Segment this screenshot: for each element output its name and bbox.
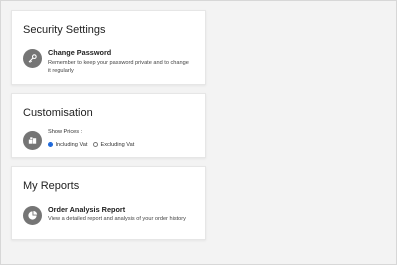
security-settings-card: Security Settings Change Password Rememb…: [11, 10, 206, 85]
pie-chart-icon[interactable]: [23, 206, 42, 225]
including-vat-label: Including Vat: [55, 141, 88, 148]
including-vat-option[interactable]: Including Vat: [48, 140, 87, 149]
customisation-title: Customisation: [23, 107, 93, 119]
order-analysis-report-description: View a detailed report and analysis of y…: [48, 216, 186, 222]
show-prices-label: Show Prices :: [48, 129, 83, 135]
customisation-card: Customisation Show Prices : Including Va…: [11, 93, 206, 158]
account-settings-page: Security Settings Change Password Rememb…: [0, 0, 397, 265]
change-password-description: Remember to keep your password private a…: [48, 60, 189, 74]
settings-blocks-icon: [23, 131, 42, 150]
my-reports-card: My Reports Order Analysis Report View a …: [11, 166, 206, 240]
excluding-vat-radio[interactable]: [93, 142, 98, 147]
order-analysis-report-link[interactable]: Order Analysis Report: [48, 205, 125, 214]
security-settings-title: Security Settings: [23, 24, 106, 36]
radio-selected-dot: [49, 143, 52, 146]
excluding-vat-label: Excluding Vat: [100, 141, 135, 148]
key-icon[interactable]: [23, 49, 42, 68]
including-vat-radio[interactable]: [48, 142, 53, 147]
my-reports-title: My Reports: [23, 180, 80, 192]
change-password-link[interactable]: Change Password: [48, 48, 111, 57]
excluding-vat-option[interactable]: Excluding Vat: [93, 140, 134, 149]
